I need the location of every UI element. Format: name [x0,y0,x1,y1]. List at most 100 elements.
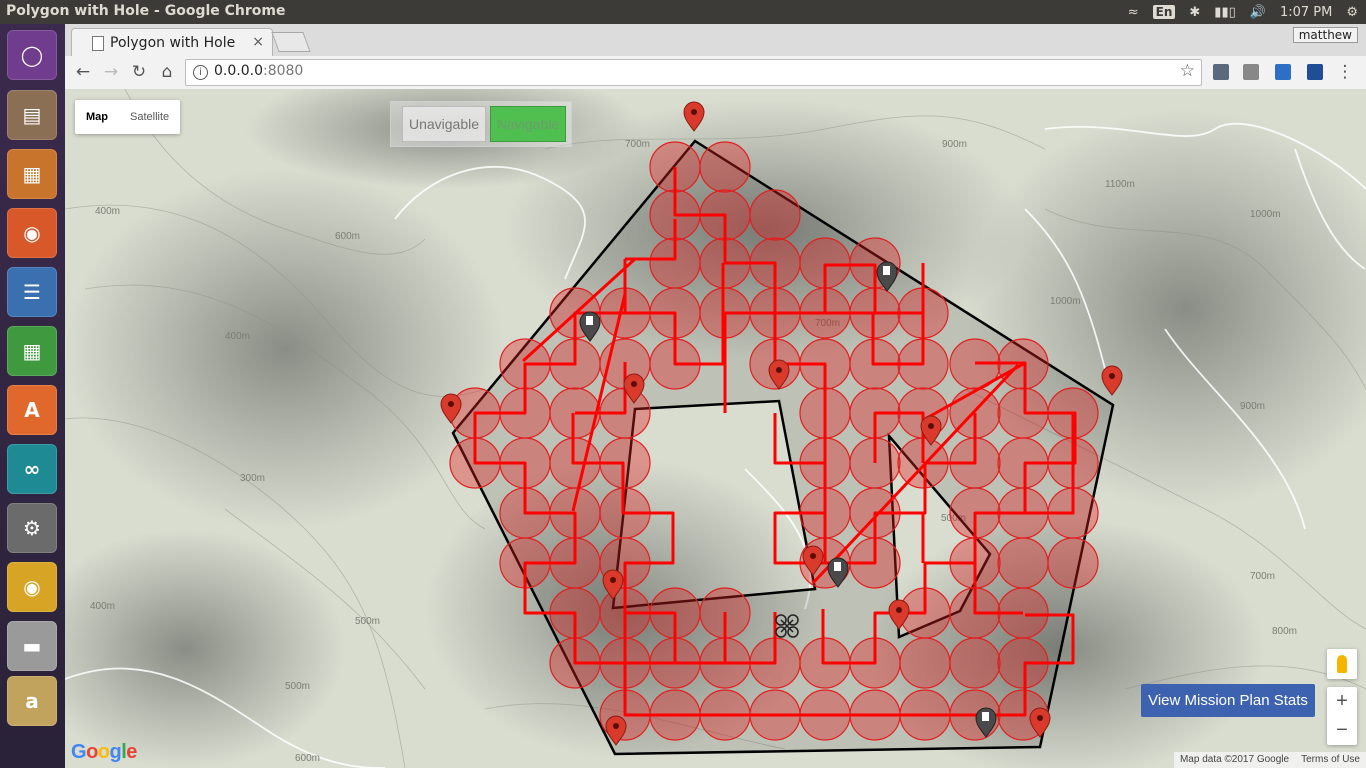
contour-label: 900m [942,139,967,150]
page-icon [92,36,104,51]
analytics-extension-icon[interactable] [1307,64,1323,80]
system-settings-icon[interactable]: ⚙ [7,503,57,553]
map-attribution: Map data ©2017 Google Terms of Use [1173,752,1366,768]
map-type-control: Map Satellite [75,100,181,134]
google-logo: Google [71,741,137,763]
map-type-map-button[interactable]: Map [75,100,119,134]
map-svg: 700m 900m 1100m 1000m 1000m 900m 700m 80… [65,89,1366,768]
bluetooth-icon[interactable]: ✱ [1189,5,1200,20]
tab-label: Polygon with Hole [110,35,236,51]
bookmark-star-icon[interactable]: ☆ [1180,61,1195,81]
navigability-toggle: Unavigable Navigable [390,101,572,147]
url-port: :8080 [262,63,304,79]
wifi-icon[interactable]: ≈ [1128,5,1139,20]
map-data-credit: Map data ©2017 Google [1179,754,1290,765]
address-bar[interactable]: i 0.0.0.0:8080 ☆ [185,59,1202,86]
fuel-pump-glyph [586,316,593,325]
clock[interactable]: 1:07 PM [1280,5,1332,20]
system-top-bar: Polygon with Hole - Google Chrome ≈ En ✱… [0,0,1366,24]
software-center-icon[interactable]: A [7,385,57,435]
waypoint-marker-dot [448,401,454,407]
zoom-out-button[interactable]: − [1327,716,1357,745]
waypoint-marker-dot [691,109,697,115]
unavigable-button[interactable]: Unavigable [402,106,486,142]
writer-icon[interactable]: ☰ [7,267,57,317]
site-info-icon[interactable]: i [193,65,208,80]
contour-label: 500m [355,616,380,627]
contour-label: 1000m [1050,296,1081,307]
map-type-satellite-button[interactable]: Satellite [119,100,180,134]
window-title: Polygon with Hole - Google Chrome [6,3,286,19]
forward-arrow-icon[interactable]: → [101,62,121,82]
volume-icon[interactable]: 🔊 [1250,5,1266,20]
coverage-circle [949,637,1001,689]
settings-gear-icon[interactable]: ⚙ [1346,5,1358,20]
arduino-icon[interactable]: ∞ [7,444,57,494]
navigable-button[interactable]: Navigable [490,106,566,142]
contour-label: 1100m [1105,179,1135,190]
contour-label: 600m [335,231,360,242]
unity-launcher: ◯ ▤ ▦ ◉ ☰ ▦ A ∞ ⚙ ◉ ▬ a [0,24,65,768]
contour-label: 600m [295,753,320,764]
home-icon[interactable]: ⌂ [157,62,177,82]
battery-icon[interactable]: ▮▮▯ [1214,5,1235,20]
waypoint-marker-dot [1037,715,1043,721]
waypoint-marker-dot [810,553,816,559]
map-canvas[interactable]: 700m 900m 1100m 1000m 1000m 900m 700m 80… [65,89,1366,768]
coverage-circle [699,141,751,193]
coverage-circle [1047,537,1099,589]
waypoint-marker-dot [776,367,782,373]
coverage-circle [749,189,801,241]
contour-label: 700m [625,139,650,150]
waypoint-marker-dot [928,423,934,429]
terms-of-use-link[interactable]: Terms of Use [1295,752,1366,768]
contour-label: 400m [90,601,115,612]
profile-button[interactable]: matthew [1292,27,1358,43]
files-icon[interactable]: ▤ [7,90,57,140]
back-arrow-icon[interactable]: ← [73,62,93,82]
eyedropper-extension-icon[interactable] [1213,64,1229,80]
ubuntu-dash-icon[interactable]: ◯ [7,30,57,80]
url-text[interactable]: 0.0.0.0:8080 [214,63,303,79]
waypoint-marker-dot [1109,373,1115,379]
firefox-icon[interactable]: ◉ [7,208,57,258]
zoom-in-button[interactable]: + [1327,687,1357,716]
calc-icon[interactable]: ▦ [7,326,57,376]
contour-label: 400m [225,331,250,342]
view-mission-plan-stats-button[interactable]: View Mission Plan Stats [1141,684,1315,717]
contour-label: 800m [1272,626,1297,637]
browser-toolbar: ← → ↻ ⌂ i 0.0.0.0:8080 ☆ ⋮ [65,56,1366,90]
waypoint-marker-dot [610,577,616,583]
contour-label: 300m [240,473,265,484]
impress-icon[interactable]: ▦ [7,149,57,199]
tab-polygon-with-hole[interactable]: Polygon with Hole × [71,28,273,57]
contour-label: 700m [1250,571,1275,582]
window-extension-icon[interactable] [1275,64,1291,80]
waypoint-marker-dot [631,381,637,387]
tab-close-button[interactable]: × [252,34,264,50]
contour-label: 400m [95,206,120,217]
fuel-pump-glyph [982,712,989,721]
url-host: 0.0.0.0 [214,63,263,79]
language-indicator[interactable]: En [1152,5,1176,19]
coverage-circle [899,637,951,689]
contour-label: 900m [1240,401,1265,412]
new-tab-button[interactable] [271,32,311,52]
coverage-circle [997,537,1049,589]
street-view-pegman-icon[interactable] [1327,649,1357,679]
drive-icon[interactable]: ▬ [7,621,57,671]
waypoint-marker-dot [896,607,902,613]
menu-kebab-icon[interactable]: ⋮ [1335,62,1355,82]
amazon-icon[interactable]: a [7,676,57,726]
reload-icon[interactable]: ↻ [129,62,149,82]
system-tray: ≈ En ✱ ▮▮▯ 🔊 1:07 PM ⚙ [1128,2,1358,22]
qr-extension-icon[interactable] [1243,64,1259,80]
tab-strip: Polygon with Hole × matthew [65,24,1366,57]
waypoint-marker-dot [613,723,619,729]
contour-label: 1000m [1250,209,1281,220]
chrome-icon[interactable]: ◉ [7,562,57,612]
contour-label: 500m [285,681,310,692]
fuel-pump-glyph [834,562,841,571]
fuel-pump-glyph [883,266,890,275]
zoom-control: + − [1327,687,1357,745]
